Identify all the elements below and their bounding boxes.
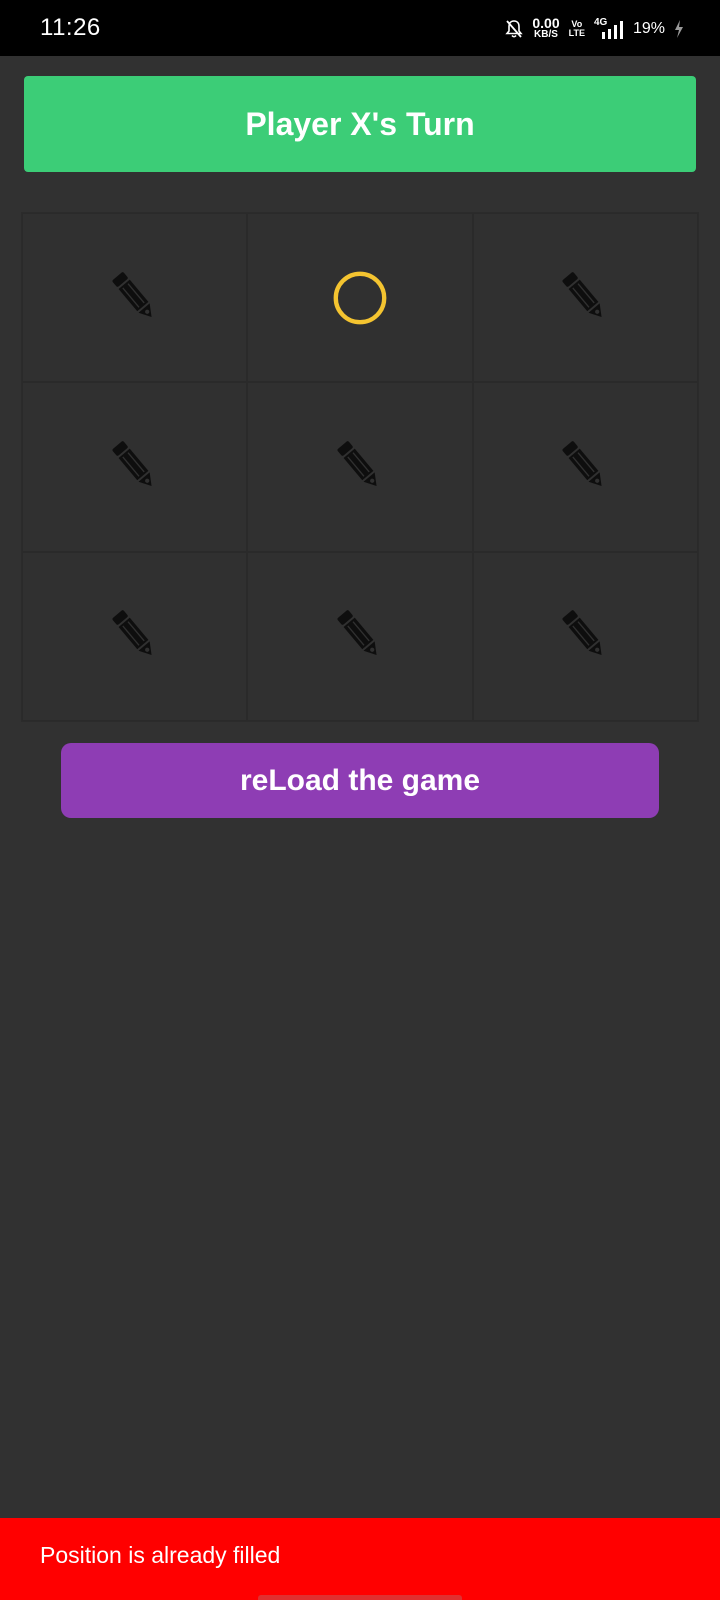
status-bar: 11:26 0.00 KB/S Vo LTE 4G 19%	[0, 0, 720, 56]
network-speed-unit: KB/S	[534, 29, 558, 40]
pencil-icon	[329, 436, 391, 498]
board-cell-2[interactable]	[247, 213, 473, 383]
volte-bottom: LTE	[568, 28, 585, 38]
reload-game-button[interactable]: reLoad the game	[61, 743, 659, 818]
board-cell-9[interactable]	[472, 551, 698, 721]
pencil-icon	[104, 605, 166, 667]
battery-percent: 19%	[632, 20, 665, 37]
board-cell-4[interactable]	[22, 382, 248, 552]
board-cell-8[interactable]	[247, 551, 473, 721]
board-cell-5[interactable]	[247, 382, 473, 552]
charging-icon	[675, 20, 683, 38]
pencil-icon	[554, 267, 616, 329]
status-time: 11:26	[40, 14, 101, 41]
home-indicator[interactable]	[258, 1595, 462, 1600]
signal-indicator: 4G	[594, 17, 624, 39]
volte-indicator: Vo LTE	[569, 20, 585, 38]
pencil-icon	[104, 436, 166, 498]
pencil-icon	[554, 605, 616, 667]
game-board	[21, 212, 699, 722]
turn-indicator: Player X's Turn	[24, 76, 696, 172]
board-cell-7[interactable]	[22, 551, 248, 721]
board-cell-6[interactable]	[472, 382, 698, 552]
status-icons: 0.00 KB/S Vo LTE 4G 19%	[505, 16, 684, 42]
pencil-icon	[329, 605, 391, 667]
signal-icon	[601, 21, 623, 39]
bell-off-icon	[505, 20, 524, 38]
pencil-icon	[554, 436, 616, 498]
board-cell-1[interactable]	[22, 213, 248, 383]
network-speed: 0.00 KB/S	[532, 15, 560, 40]
snackbar: Position is already filled	[0, 1518, 720, 1600]
pencil-icon	[104, 267, 166, 329]
snackbar-message: Position is already filled	[40, 1542, 281, 1568]
network-speed-value: 0.00	[532, 15, 560, 31]
o-mark-icon	[329, 267, 391, 329]
board-cell-3[interactable]	[472, 213, 698, 383]
